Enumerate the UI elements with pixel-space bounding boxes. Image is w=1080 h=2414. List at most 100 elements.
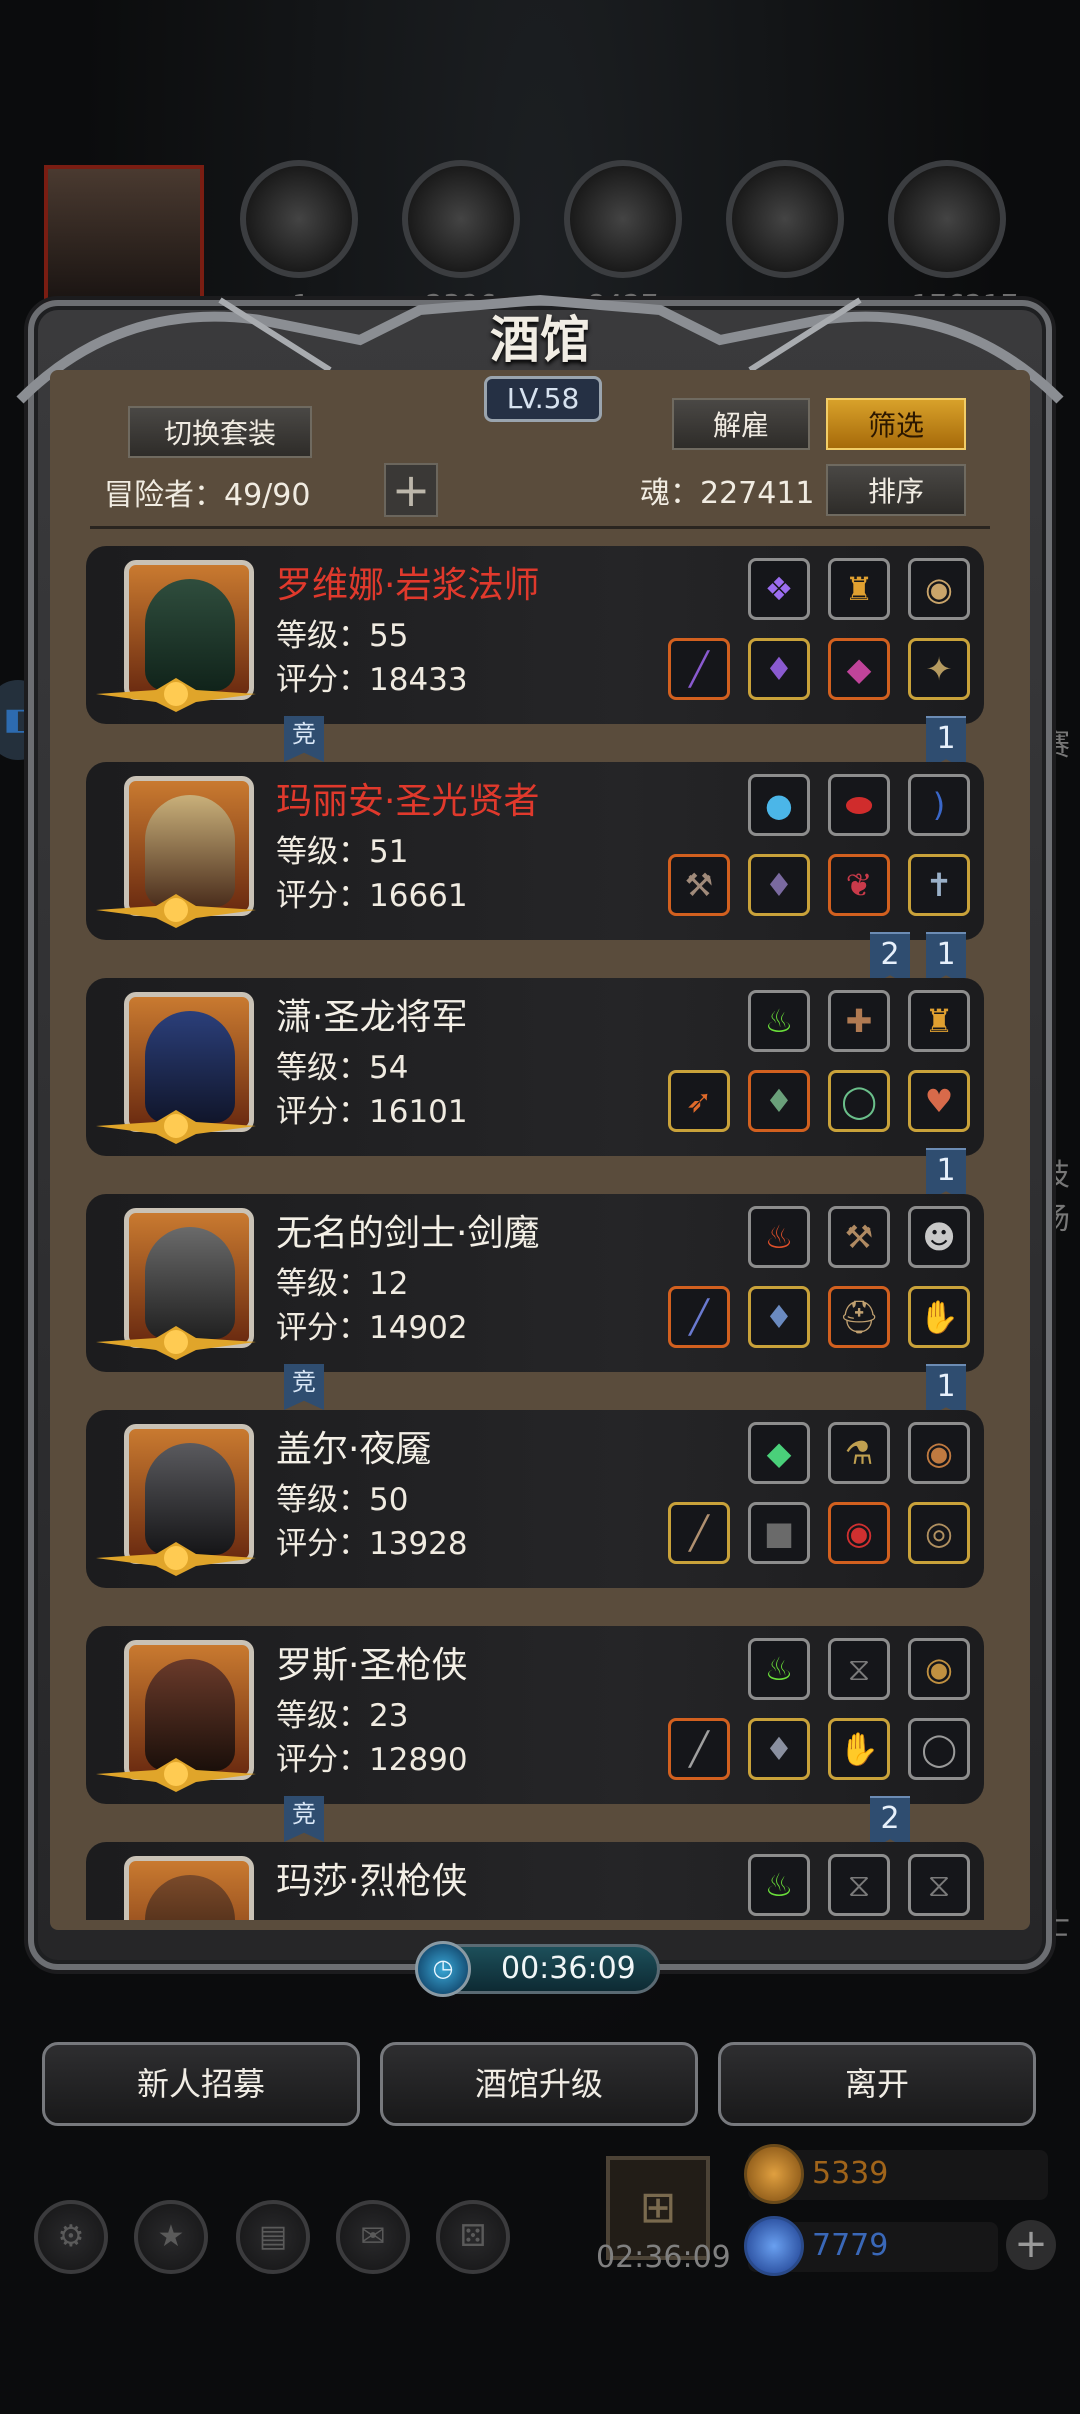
hero-list[interactable]: 罗维娜·岩浆法师 等级：55 评分：18433 ❖ ♜ ◉ ╱ ♦ ◆ ✦ 竞 …: [80, 540, 1000, 1920]
equip-slot[interactable]: ✋: [828, 1718, 890, 1780]
eye-icon: ◉: [845, 1514, 873, 1552]
equip-slot[interactable]: ◯: [908, 1718, 970, 1780]
ruby-icon: ⬬: [845, 786, 873, 824]
robe-icon: ♦: [764, 866, 794, 904]
equip-slot[interactable]: ♨: [748, 990, 810, 1052]
equip-slot[interactable]: ♦: [748, 854, 810, 916]
equip-slot[interactable]: ♨: [748, 1206, 810, 1268]
upgrade-tavern-button[interactable]: 酒馆升级: [380, 2042, 698, 2126]
equip-slot[interactable]: ): [908, 774, 970, 836]
equip-slot[interactable]: ⚗: [828, 1422, 890, 1484]
hero-score: 评分：12890: [276, 1742, 468, 1778]
resource-slot-4[interactable]: [726, 160, 844, 278]
equip-slot[interactable]: ☻: [908, 1206, 970, 1268]
add-capacity-button[interactable]: +: [384, 463, 438, 517]
clock-icon: ◷: [415, 1941, 471, 1997]
equip-slot[interactable]: ◉: [908, 558, 970, 620]
equip-slot[interactable]: ⚒: [828, 1206, 890, 1268]
equip-slot[interactable]: ◯: [828, 1070, 890, 1132]
mail-icon[interactable]: ✉: [336, 2200, 410, 2274]
equip-slot[interactable]: ♜: [908, 990, 970, 1052]
hero-card[interactable]: 玛莎·烈枪侠 ♨ ⧖ ⧖: [86, 1842, 984, 1920]
add-currency-button[interactable]: +: [1006, 2220, 1056, 2270]
equip-slot[interactable]: ●: [748, 774, 810, 836]
pickaxe-icon: ⚒: [844, 1218, 874, 1256]
emerald-icon: ◆: [766, 1434, 792, 1472]
recruit-button[interactable]: 新人招募: [42, 2042, 360, 2126]
equip-slot[interactable]: ✦: [908, 638, 970, 700]
gold-coin-icon: [744, 2144, 804, 2204]
equip-slot[interactable]: ╱: [668, 1502, 730, 1564]
player-avatar[interactable]: [44, 165, 204, 305]
hero-name: 玛丽安·圣光贤者: [276, 781, 540, 822]
resource-slot-1[interactable]: [240, 160, 358, 278]
helmet-icon: ⛑: [838, 1298, 880, 1336]
equip-slot[interactable]: ╱: [668, 1718, 730, 1780]
compass-icon: ◉: [925, 1650, 953, 1688]
equip-slot[interactable]: ♦: [748, 638, 810, 700]
star-icon[interactable]: ★: [134, 2200, 208, 2274]
equip-slot[interactable]: ■: [748, 1502, 810, 1564]
resource-slot-5[interactable]: [888, 160, 1006, 278]
hero-score: 评分：16101: [276, 1094, 468, 1130]
rifle-icon: ╱: [689, 1730, 709, 1768]
equip-slot[interactable]: ◉: [908, 1638, 970, 1700]
equip-slot[interactable]: ◉: [828, 1502, 890, 1564]
equip-slot[interactable]: ◆: [748, 1422, 810, 1484]
switch-outfit-button[interactable]: 切换套装: [128, 406, 312, 458]
equip-slot[interactable]: ❦: [828, 854, 890, 916]
ring-icon: ◯: [921, 1730, 957, 1768]
equip-slot[interactable]: ⧖: [828, 1638, 890, 1700]
glove-icon: ✋: [839, 1730, 879, 1768]
equip-slot[interactable]: ♦: [748, 1718, 810, 1780]
hero-score: 评分：13928: [276, 1526, 468, 1562]
filter-button[interactable]: 筛选: [826, 398, 966, 450]
equip-slot[interactable]: ♜: [828, 558, 890, 620]
cross-icon: ✝: [925, 866, 953, 904]
fire-icon: ♨: [764, 1218, 794, 1256]
timer-text: 00:36:09: [501, 1951, 636, 1986]
hero-avatar[interactable]: [124, 1856, 254, 1920]
equip-slot[interactable]: ╱: [668, 1286, 730, 1348]
rank-emblem-icon: [96, 1758, 256, 1792]
equip-slot[interactable]: ✝: [908, 854, 970, 916]
spear-icon: ╱: [689, 1514, 709, 1552]
dismiss-button[interactable]: 解雇: [672, 398, 810, 450]
hammer-icon: ⚒: [684, 866, 714, 904]
equip-slot[interactable]: ❖: [748, 558, 810, 620]
equip-slot[interactable]: ♨: [748, 1854, 810, 1916]
equip-slot[interactable]: ✋: [908, 1286, 970, 1348]
scroll-icon[interactable]: ▤: [236, 2200, 310, 2274]
equip-slot[interactable]: ⛑: [828, 1286, 890, 1348]
equip-slot[interactable]: ♨: [748, 1638, 810, 1700]
equip-slot[interactable]: ⧖: [828, 1854, 890, 1916]
equip-slot[interactable]: ⬬: [828, 774, 890, 836]
sort-button[interactable]: 排序: [826, 464, 966, 516]
hero-card[interactable]: 盖尔·夜魇 等级：50 评分：13928 ◆ ⚗ ◉ ╱ ■ ◉ ◎: [86, 1410, 984, 1588]
hero-level: 等级：54: [276, 1050, 409, 1086]
hero-card[interactable]: 潇·圣龙将军 等级：54 评分：16101 ♨ ✚ ♜ ➶ ♦ ◯ ♥: [86, 978, 984, 1156]
dice-icon[interactable]: ⚄: [436, 2200, 510, 2274]
equip-slot[interactable]: ◉: [908, 1422, 970, 1484]
equip-slot[interactable]: ♥: [908, 1070, 970, 1132]
equip-slot[interactable]: ◎: [908, 1502, 970, 1564]
hero-card[interactable]: 无名的剑士·剑魔 等级：12 评分：14902 ♨ ⚒ ☻ ╱ ♦ ⛑ ✋: [86, 1194, 984, 1372]
leave-button[interactable]: 离开: [718, 2042, 1036, 2126]
equip-slot[interactable]: ➶: [668, 1070, 730, 1132]
equip-slot[interactable]: ⧖: [908, 1854, 970, 1916]
arena-tag: 竞: [284, 716, 324, 762]
equip-slot[interactable]: ♦: [748, 1286, 810, 1348]
equip-slot[interactable]: ✚: [828, 990, 890, 1052]
hero-card[interactable]: 玛丽安·圣光贤者 等级：51 评分：16661 ● ⬬ ) ⚒ ♦ ❦ ✝: [86, 762, 984, 940]
equip-slot[interactable]: ⚒: [668, 854, 730, 916]
potion-icon: ♨: [764, 1866, 794, 1904]
equip-slot[interactable]: ╱: [668, 638, 730, 700]
equip-slot[interactable]: ♦: [748, 1070, 810, 1132]
resource-slot-2[interactable]: [402, 160, 520, 278]
hero-card[interactable]: 罗斯·圣枪侠 等级：23 评分：12890 ♨ ⧖ ◉ ╱ ♦ ✋ ◯: [86, 1626, 984, 1804]
gem-icon: ●: [765, 786, 793, 824]
equip-slot[interactable]: ◆: [828, 638, 890, 700]
settings-gear-icon[interactable]: ⚙: [34, 2200, 108, 2274]
hero-card[interactable]: 罗维娜·岩浆法师 等级：55 评分：18433 ❖ ♜ ◉ ╱ ♦ ◆ ✦: [86, 546, 984, 724]
resource-slot-3[interactable]: [564, 160, 682, 278]
